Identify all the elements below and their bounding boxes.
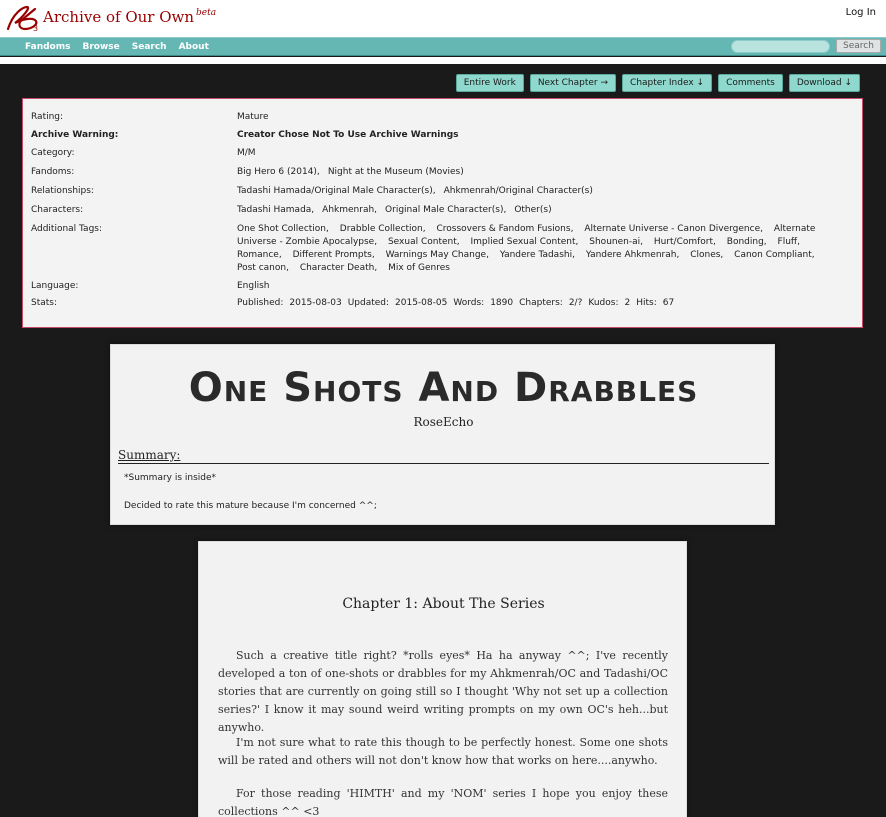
freeform-tag[interactable]: Yandere Tadashi, <box>500 250 575 260</box>
comments-button[interactable]: Comments <box>718 74 783 92</box>
nav-item-about[interactable]: About <box>173 40 215 54</box>
stats-values: Published: 2015-08-03 Updated: 2015-08-05 Wo… <box>237 297 833 310</box>
ao3-logo-icon[interactable]: 3 <box>5 3 41 33</box>
freeform-tag[interactable]: Post canon, <box>237 263 289 273</box>
stat-label: Published: <box>237 298 284 308</box>
freeform-tag[interactable]: Crossovers & Fandom Fusions, <box>437 224 574 234</box>
relationship-tags: Tadashi Hamada/Original Male Character(s… <box>237 185 833 198</box>
additional-tags: One Shot Collection, Drabble Collection,… <box>237 223 833 275</box>
site-header: 3 Archive of Our Own beta Log In <box>0 0 886 37</box>
summary-heading: Summary: <box>118 448 769 464</box>
freeform-tag[interactable]: Yandere Ahkmenrah, <box>586 250 680 260</box>
stat-value: 2/? <box>568 298 583 308</box>
fandom-tag[interactable]: Big Hero 6 (2014), <box>237 167 320 177</box>
freeform-tag[interactable]: Drabble Collection, <box>340 224 426 234</box>
work-meta: Rating: Mature Archive Warning: Creator … <box>22 98 863 328</box>
chapter-index-button[interactable]: Chapter Index ↓ <box>622 74 713 92</box>
stats-label: Stats: <box>31 298 58 308</box>
nav-item-search[interactable]: Search <box>126 40 173 54</box>
fandom-tags: Big Hero 6 (2014), Night at the Museum (M… <box>237 166 833 179</box>
nav-item-browse[interactable]: Browse <box>76 40 125 54</box>
author-link[interactable]: RoseEcho <box>111 415 776 429</box>
character-tag[interactable]: Other(s) <box>514 205 551 215</box>
fandoms-label: Fandoms: <box>31 167 75 177</box>
relationship-tag[interactable]: Tadashi Hamada/Original Male Character(s… <box>237 186 436 196</box>
stat-value: 2015-08-05 <box>395 298 448 308</box>
summary-text: Decided to rate this mature because I'm … <box>124 501 377 511</box>
characters-label: Characters: <box>31 205 84 215</box>
language-value: English <box>237 281 270 291</box>
freeform-tag[interactable]: Mix of Genres <box>388 263 450 273</box>
freeform-tag[interactable]: Fluff, <box>778 237 800 247</box>
stat-value: 67 <box>662 298 675 308</box>
beta-label: beta <box>196 8 217 18</box>
freeform-tag[interactable]: Bonding, <box>727 237 767 247</box>
freeform-tag[interactable]: Different Prompts, <box>293 250 375 260</box>
freeform-tag[interactable]: Warnings May Change, <box>386 250 489 260</box>
fandom-tag[interactable]: Night at the Museum (Movies) <box>328 167 464 177</box>
stat-label: Hits: <box>636 298 657 308</box>
rating-tag[interactable]: Mature <box>237 111 833 124</box>
stat-value: 1890 <box>490 298 514 308</box>
character-tags: Tadashi Hamada, Ahkmenrah, Original Male C… <box>237 204 833 217</box>
stat-label: Words: <box>453 298 485 308</box>
relationship-tag[interactable]: Ahkmenrah/Original Character(s) <box>444 186 593 196</box>
chapter-body: Chapter 1: About The Series Such a creat… <box>198 541 687 817</box>
stat-label: Updated: <box>347 298 390 308</box>
work-title: One Shots And Drabbles <box>188 365 699 411</box>
freeform-tag[interactable]: Romance, <box>237 250 282 260</box>
chapter-title: Chapter 1: About The Series <box>342 596 545 612</box>
entire-work-button[interactable]: Entire Work <box>455 74 524 92</box>
freeform-tag[interactable]: Canon Compliant, <box>734 250 814 260</box>
summary-text: *Summary is inside* <box>124 473 217 483</box>
work-actions: Entire Work Next Chapter → Chapter Index… <box>455 74 860 92</box>
character-tag[interactable]: Ahkmenrah, <box>322 205 377 215</box>
freeform-tag[interactable]: Character Death, <box>300 263 377 273</box>
header-divider <box>0 57 886 64</box>
chapter-paragraph: Such a creative title right? *rolls eyes… <box>218 649 668 734</box>
search-input[interactable] <box>731 40 830 53</box>
chapter-paragraph: I'm not sure what to rate this though to… <box>218 736 668 767</box>
freeform-tag[interactable]: Clones, <box>690 250 723 260</box>
nav-item-fandoms[interactable]: Fandoms <box>19 40 76 54</box>
stat-label: Kudos: <box>588 298 619 308</box>
tags-label: Additional Tags: <box>31 224 102 234</box>
freeform-tag[interactable]: Sexual Content, <box>388 237 460 247</box>
stat-label: Chapters: <box>519 298 563 308</box>
site-title[interactable]: Archive of Our Own beta <box>43 8 216 26</box>
site-title-text[interactable]: Archive of Our Own <box>43 8 194 26</box>
stat-value: 2 <box>624 298 631 308</box>
warning-tag[interactable]: Creator Chose Not To Use Archive Warning… <box>237 129 833 142</box>
freeform-tag[interactable]: Shounen-ai, <box>589 237 643 247</box>
category-label: Category: <box>31 148 75 158</box>
rating-label: Rating: <box>31 112 64 122</box>
freeform-tag[interactable]: Implied Sexual Content, <box>470 237 578 247</box>
login-link[interactable]: Log In <box>846 7 876 18</box>
svg-text:3: 3 <box>33 24 38 33</box>
search-button[interactable]: Search <box>836 39 881 53</box>
category-tag[interactable]: M/M <box>237 147 833 160</box>
freeform-tag[interactable]: Hurt/Comfort, <box>654 237 716 247</box>
work-preface: One Shots And Drabbles RoseEcho Summary:… <box>110 344 775 525</box>
stat-value: 2015-08-03 <box>289 298 342 308</box>
language-label: Language: <box>31 281 79 291</box>
primary-nav: Fandoms Browse Search About Search <box>0 37 886 56</box>
character-tag[interactable]: Original Male Character(s), <box>385 205 506 215</box>
character-tag[interactable]: Tadashi Hamada, <box>237 205 314 215</box>
freeform-tag[interactable]: One Shot Collection, <box>237 224 329 234</box>
warning-label: Archive Warning: <box>31 130 119 140</box>
relationships-label: Relationships: <box>31 186 94 196</box>
download-button[interactable]: Download ↓ <box>788 74 860 92</box>
chapter-paragraph: For those reading 'HIMTH' and my 'NOM' s… <box>218 787 668 817</box>
freeform-tag[interactable]: Alternate Universe - Canon Divergence, <box>584 224 763 234</box>
next-chapter-button[interactable]: Next Chapter → <box>529 74 617 92</box>
